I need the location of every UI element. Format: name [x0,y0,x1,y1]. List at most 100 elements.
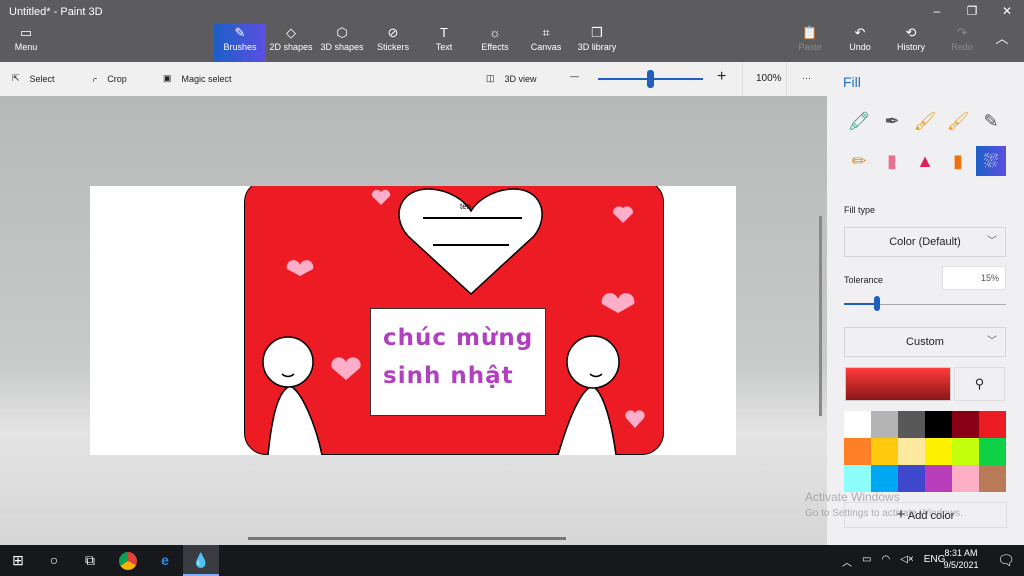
divider [742,62,743,96]
battery-icon[interactable]: ▭ [862,554,871,569]
tool-canvas[interactable]: ⌗ Canvas [520,24,572,62]
zoom-slider-thumb[interactable] [647,70,654,88]
activation-watermark-sub: Go to Settings to activate Windows. [805,508,963,519]
color-swatch[interactable] [871,411,898,438]
tool-effects[interactable]: ☼ Effects [469,24,521,62]
chevron-up-icon[interactable]: ︿ [842,554,852,569]
greeting-textbox: chúc mừng sinh nhật [370,308,546,416]
time: 8:31 AM [944,548,978,558]
color-mode-dropdown[interactable]: Custom ﹀ [844,327,1006,357]
close-button[interactable]: ✕ [992,4,1022,18]
pencil-brush-icon[interactable]: ✏ [844,146,874,176]
oil-brush-brush-icon[interactable]: 🖌 [910,106,940,136]
tool-text[interactable]: T Text [418,24,470,62]
color-swatch[interactable] [844,411,871,438]
menu-label: Menu [14,42,38,52]
greeting-line-2: sinh nhật [383,363,514,389]
edge-icon: e [161,552,169,568]
3d-library-icon: ❒ [591,25,603,40]
drawing-canvas[interactable]: tên chúc mừng sinh nhật [90,186,736,455]
volume-muted-icon[interactable]: ◁× [900,554,914,569]
edge-button[interactable]: e [147,545,183,576]
paint3d-taskbar-button[interactable]: 💧 [183,545,219,576]
color-swatch[interactable] [898,465,925,492]
tool-brush[interactable]: ✎ Brushes [214,24,266,62]
window-title: Untitled* - Paint 3D [9,6,103,18]
clock[interactable]: 8:31 AM 9/5/2021 [938,548,984,570]
more-button[interactable]: ··· [802,73,811,83]
pixel-pen-brush-icon[interactable]: ✎ [976,106,1006,136]
eyedropper-button[interactable]: ⚲ [954,367,1005,401]
color-swatch[interactable] [979,438,1006,465]
canvas-icon: ⌗ [542,25,550,40]
wifi-icon[interactable]: ◠ [881,554,890,569]
chevron-up-icon: ︿ [995,31,1009,46]
color-swatch[interactable] [871,438,898,465]
stickers-icon: ⊘ [387,25,399,40]
2d-shapes-icon: ◇ [286,25,296,40]
marker-brush-icon[interactable]: 🖍 [844,106,874,136]
menu-button[interactable]: ▭ Menu [0,24,52,62]
task-view-button[interactable]: ⧉ [72,545,108,576]
start-button[interactable]: ⊞ [0,545,36,576]
zoom-percent[interactable]: 100% [756,73,782,84]
spray-can-brush-icon[interactable]: ▮ [943,146,973,176]
zoom-in-button[interactable]: + [717,68,726,86]
fill-type-dropdown[interactable]: Color (Default) ﹀ [844,227,1006,257]
magic-select-button[interactable]: ▣ Magic select [163,73,232,84]
greeting-line-1: chúc mừng [383,325,534,351]
tolerance-slider-thumb[interactable] [874,296,881,311]
magic-select-icon: ▣ [163,73,172,83]
chrome-button[interactable] [110,545,146,576]
color-swatch[interactable] [925,438,952,465]
color-swatch[interactable] [952,465,979,492]
crop-button[interactable]: ⌌ Crop [90,73,127,84]
restore-button[interactable]: ❐ [957,4,987,18]
tool-3d-shapes[interactable]: ⬡ 3D shapes [316,24,368,62]
color-swatch[interactable] [979,465,1006,492]
collapse-ribbon-button[interactable]: ︿ [980,24,1024,62]
tool-stickers[interactable]: ⊘ Stickers [367,24,419,62]
select-button[interactable]: ⇱ Select [12,73,55,84]
undo-button[interactable]: ↶ Undo [834,24,886,62]
action-center-button[interactable]: 🗨 [988,545,1024,576]
fill-brush-icon[interactable]: ⛆ [976,146,1006,176]
history-button[interactable]: ⟲ History [885,24,937,62]
left-figure [262,336,323,455]
current-color-swatch[interactable] [845,367,951,401]
color-swatch[interactable] [871,465,898,492]
divider [786,62,787,96]
tool-2d-shapes[interactable]: ◇ 2D shapes [265,24,317,62]
crayon-brush-icon[interactable]: ▲ [910,146,940,176]
select-icon: ⇱ [12,73,20,83]
color-swatch[interactable] [925,465,952,492]
search-button[interactable]: ○ [36,545,72,576]
crop-label: Crop [107,73,127,84]
panel-title: Fill [843,74,861,90]
zoom-out-button[interactable]: — [570,71,579,81]
tolerance-input[interactable]: 15% [942,266,1006,290]
paste-button[interactable]: 📋 Paste [784,24,836,62]
tool-3d-library[interactable]: ❒ 3D library [571,24,623,62]
task-view-icon: ⧉ [85,552,95,568]
color-swatch[interactable] [952,411,979,438]
watercolor-brush-icon[interactable]: 🖌 [943,106,973,136]
color-swatch[interactable] [925,411,952,438]
color-swatch[interactable] [898,411,925,438]
minimize-button[interactable]: – [922,4,952,18]
color-swatch[interactable] [844,465,871,492]
folder-icon: ▭ [19,25,33,40]
crop-icon: ⌌ [90,73,98,83]
color-swatch[interactable] [979,411,1006,438]
3d-view-button[interactable]: ◫ 3D view [486,73,537,84]
tool-label: 2D shapes [269,42,313,52]
color-swatch[interactable] [898,438,925,465]
tolerance-label: Tolerance [844,275,884,285]
color-swatch[interactable] [952,438,979,465]
workspace: tên chúc mừng sinh nhật [0,96,827,545]
calligraphy-pen-brush-icon[interactable]: ✒ [877,106,907,136]
eraser-brush-icon[interactable]: ▮ [877,146,907,176]
color-swatch[interactable] [844,438,871,465]
horizontal-scrollbar[interactable] [248,537,566,540]
vertical-scrollbar[interactable] [819,216,822,416]
